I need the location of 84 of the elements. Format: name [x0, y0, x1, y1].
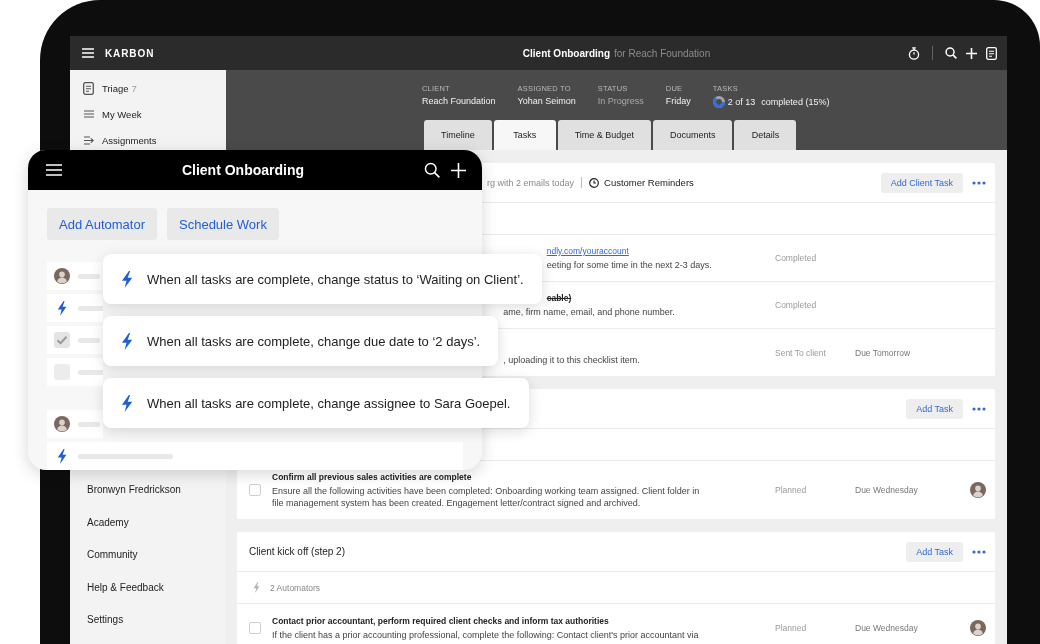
list-icon: [83, 110, 94, 118]
list-row[interactable]: [47, 410, 103, 438]
more-icon[interactable]: [972, 406, 986, 411]
clock-icon: [589, 177, 600, 188]
task-description: eeting for some time in the next 2-3 days.: [546, 259, 712, 271]
sidebar-item[interactable]: Help & Feedback: [87, 571, 164, 604]
checkbox[interactable]: [54, 332, 70, 348]
task-description: ame, firm name, email, and phone number.: [503, 306, 675, 318]
status-label: Completed: [775, 253, 817, 263]
tab[interactable]: Documents: [652, 120, 733, 150]
sidebar-item[interactable]: Community: [87, 538, 138, 571]
sidebar-item[interactable]: Academy: [87, 506, 129, 539]
due-date: Due Tomorrow: [855, 347, 911, 358]
action-button[interactable]: Schedule Work: [167, 208, 279, 240]
task-summary: completed (15%): [761, 96, 830, 107]
status-label: Planned: [775, 622, 807, 633]
reminders-link[interactable]: Customer Reminders: [589, 177, 694, 188]
placeholder-line: [78, 337, 100, 343]
sidebar-item[interactable]: Triage 7: [83, 75, 137, 101]
section-title: Client kick off (step 2): [249, 546, 345, 557]
lightning-icon: [253, 582, 260, 593]
add-icon[interactable]: [966, 47, 977, 59]
status-label: Completed: [775, 300, 817, 310]
automation-text: When all tasks are complete, change assignee to Sara Goepel.: [147, 395, 511, 411]
lightning-icon: [57, 300, 67, 316]
sidebar-item[interactable]: Settings: [87, 603, 124, 636]
field-value: Reach Foundation: [422, 96, 496, 106]
field-value: Yohan Seimon: [517, 96, 576, 106]
more-icon[interactable]: [972, 549, 986, 554]
stopwatch-icon[interactable]: [908, 46, 920, 60]
add-task-button[interactable]: Add Task: [906, 398, 963, 419]
lightning-icon: [121, 270, 133, 288]
task-title: Contact prior accountant, perform required client checks and inform tax authorities: [272, 614, 609, 627]
automation-text: When all tasks are complete, change due date to ‘2 days’.: [147, 333, 481, 349]
tab[interactable]: Tasks: [493, 120, 556, 150]
arrow-lines-icon: [83, 135, 94, 145]
add-task-button[interactable]: Add Client Task: [880, 172, 963, 193]
tab[interactable]: Details: [734, 120, 797, 150]
document-icon[interactable]: [986, 46, 997, 60]
lightning-icon: [121, 332, 133, 350]
checkbox[interactable]: [249, 621, 261, 634]
task-description: If the client has a prior accounting professional, complete the following: Contact client's prior accountant via: [272, 628, 699, 641]
automation-text: When all tasks are complete, change status to ‘Waiting on Client’.: [147, 271, 524, 287]
sidebar-item[interactable]: My Week: [83, 101, 142, 127]
document-icon: [83, 81, 94, 95]
item-count: 7: [131, 82, 137, 94]
tab[interactable]: Timeline: [424, 120, 492, 150]
sidebar-item[interactable]: Assignments: [83, 127, 157, 153]
lightning-icon: [57, 448, 67, 464]
search-icon[interactable]: [945, 47, 957, 59]
more-icon[interactable]: [972, 180, 986, 185]
task-title: cable): [546, 292, 572, 304]
add-task-button[interactable]: Add Task: [906, 541, 963, 562]
task-title: Confirm all previous sales activities are complete: [272, 471, 472, 483]
placeholder-line: [78, 273, 100, 279]
search-icon[interactable]: [424, 162, 440, 178]
task-link[interactable]: ndly.com/youraccount: [546, 245, 629, 257]
menu-icon[interactable]: [82, 48, 94, 58]
reminder-note: rg with 2 emails today: [487, 177, 575, 188]
list-row[interactable]: [47, 262, 103, 290]
page-title: Client Onboarding: [522, 47, 610, 59]
due-date: Due Wednesday: [855, 485, 918, 495]
task-count: 2 of 13: [727, 96, 756, 107]
checkbox[interactable]: [249, 484, 261, 496]
list-row[interactable]: [47, 294, 103, 322]
app-logo: KARBON: [105, 47, 155, 59]
status-label: Planned: [775, 485, 807, 495]
tab[interactable]: Time & Budget: [557, 120, 651, 150]
action-button[interactable]: Add Automator: [47, 208, 157, 240]
task-description: , uploading it to this checklist item.: [503, 353, 640, 366]
field-value: Friday: [665, 96, 691, 106]
avatar-icon: [54, 268, 70, 284]
lightning-icon: [121, 394, 133, 412]
placeholder-line: [78, 421, 100, 427]
panel-title: Client Onboarding: [181, 162, 305, 178]
page-subtitle: for Reach Foundation: [614, 47, 711, 59]
status-label: Sent To client: [775, 347, 826, 358]
avatar-icon: [54, 416, 70, 432]
menu-icon[interactable]: [46, 164, 62, 176]
automators-label: 2 Automators: [270, 582, 321, 593]
due-date: Due Wednesday: [855, 622, 918, 633]
add-icon[interactable]: [451, 162, 466, 178]
sidebar-item[interactable]: Bronwyn Fredrickson: [87, 473, 181, 506]
task-description: Ensure all the following activities have been completed: Onboarding working team assigned. Client folder in file management system has been created. Engagement letter/contract signed and archived.: [272, 485, 701, 509]
